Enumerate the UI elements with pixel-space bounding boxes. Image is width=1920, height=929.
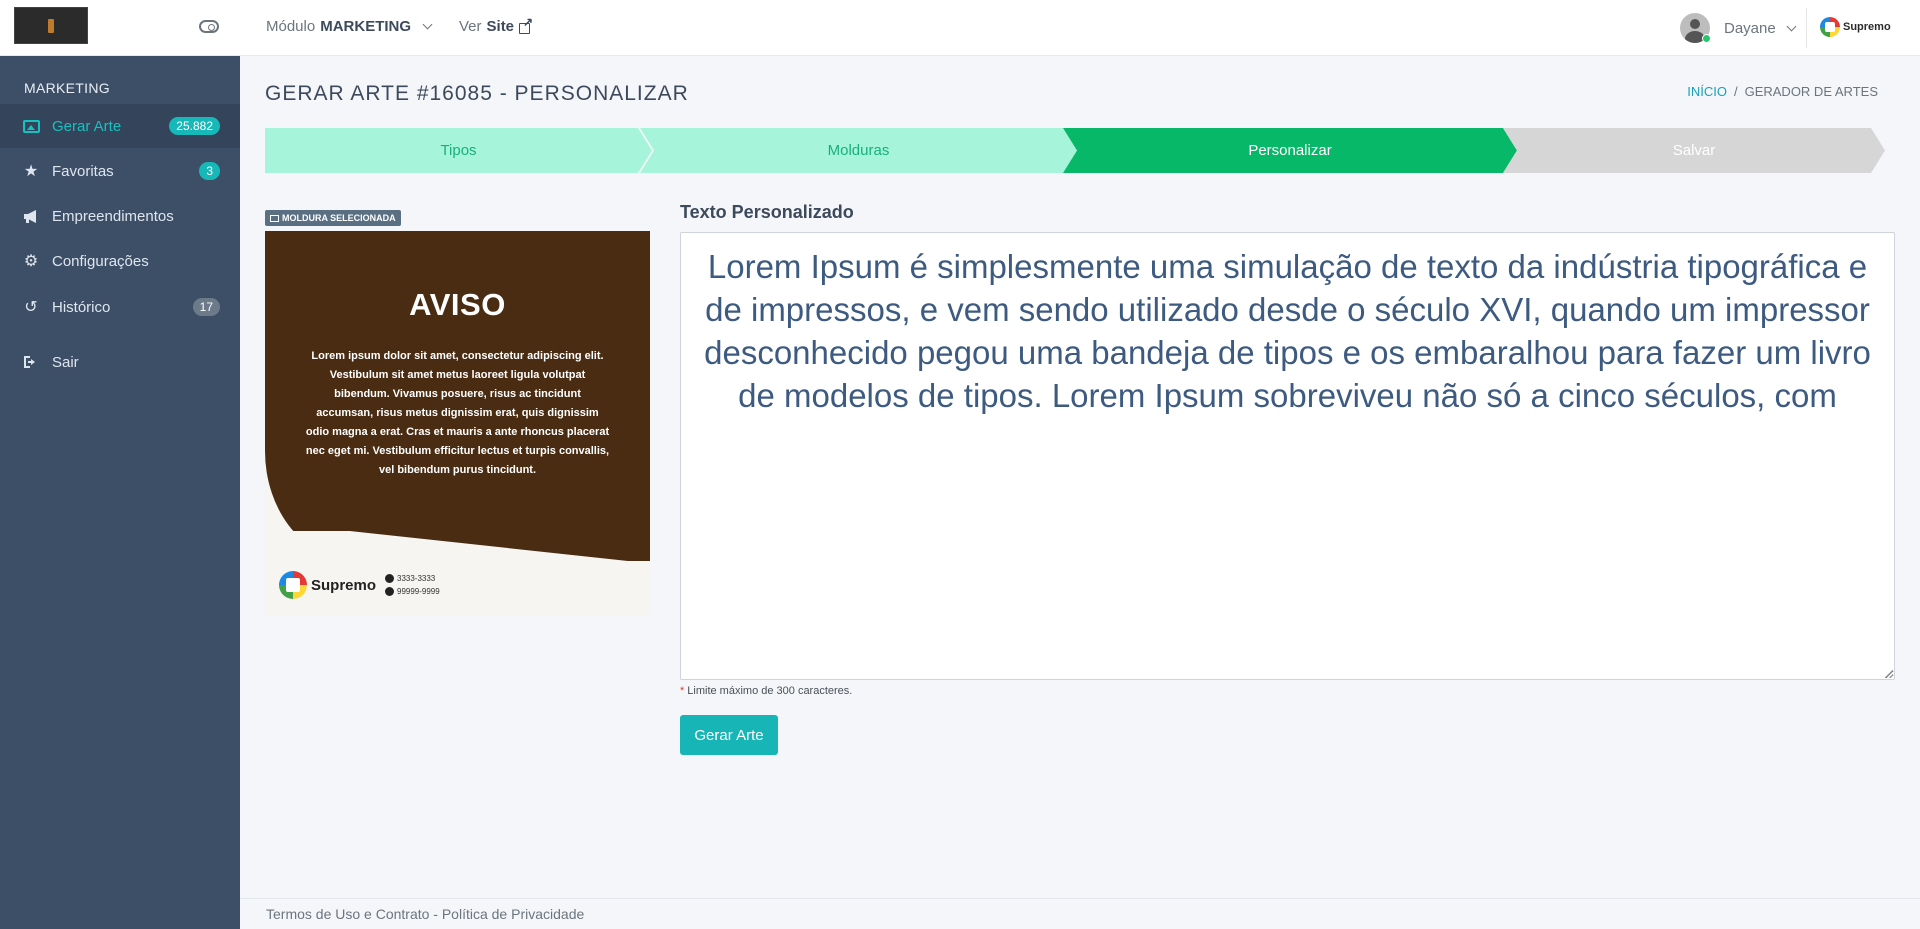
step-salvar[interactable]: Salvar: [1503, 128, 1885, 173]
art-brand: Supremo: [279, 571, 376, 599]
sidebar-item-label: Configurações: [52, 252, 149, 270]
sidebar-item-historico[interactable]: ↺ Histórico 17: [0, 285, 240, 329]
required-asterisk: *: [680, 685, 685, 697]
hint-text: Limite máximo de 300 caracteres.: [687, 685, 853, 697]
sidebar: MARKETING Gerar Arte 25.882 ★ Favoritas …: [0, 56, 240, 929]
online-status-icon: [1702, 34, 1711, 43]
modulo-dropdown[interactable]: Módulo MARKETING: [266, 18, 433, 35]
history-icon: ↺: [24, 299, 38, 316]
texto-personalizado-label: Texto Personalizado: [680, 202, 854, 222]
brand-name: Supremo: [1843, 20, 1891, 33]
phone-icon: [385, 574, 394, 584]
step-personalizar[interactable]: Personalizar: [1063, 128, 1517, 173]
sidebar-item-label: Sair: [52, 353, 79, 371]
selected-frame-preview: AVISO Lorem ipsum dolor sit amet, consec…: [265, 231, 650, 616]
sidebar-item-label: Favoritas: [52, 162, 114, 180]
image-icon: [22, 117, 40, 135]
art-phones: 3333-3333 99999-9999: [385, 572, 440, 598]
count-badge: 3: [199, 162, 220, 180]
whatsapp-icon: [385, 587, 394, 597]
ver-site-link[interactable]: Ver Site: [459, 15, 533, 36]
brand-mark-icon: [1820, 17, 1840, 37]
badge-label: MOLDURA SELECIONADA: [282, 213, 396, 223]
wizard-steps: Tipos Molduras Personalizar Salvar: [265, 128, 1885, 173]
modulo-prefix: Módulo: [266, 18, 316, 35]
count-badge: 17: [192, 298, 220, 316]
user-name: Dayane: [1724, 19, 1776, 37]
sidebar-heading: MARKETING: [24, 80, 110, 96]
footer: Termos de Uso e Contrato - Política de P…: [240, 898, 1920, 929]
art-title: AVISO: [409, 287, 506, 322]
sidebar-item-empreendimentos[interactable]: Empreendimentos: [0, 194, 240, 238]
step-molduras[interactable]: Molduras: [640, 128, 1077, 173]
breadcrumb: INÍCIO / GERADOR DE ARTES: [1687, 84, 1878, 99]
versite-prefix: Ver: [459, 18, 482, 35]
step-label: Molduras: [827, 142, 890, 159]
resize-handle-icon[interactable]: [1885, 670, 1893, 678]
sidebar-item-gerar-arte[interactable]: Gerar Arte 25.882: [0, 104, 240, 148]
breadcrumb-home-link[interactable]: INÍCIO: [1687, 84, 1727, 99]
modulo-name: MARKETING: [320, 18, 412, 35]
sidebar-item-configuracoes[interactable]: ⚙ Configurações: [0, 239, 240, 283]
step-tipos[interactable]: Tipos: [265, 128, 652, 173]
chevron-down-icon: [1786, 21, 1797, 31]
step-label: Salvar: [1672, 142, 1716, 159]
page-title: GERAR ARTE #16085 - PERSONALIZAR: [265, 82, 689, 105]
gerar-arte-button[interactable]: Gerar Arte: [680, 715, 778, 755]
brand-mark-icon: [279, 571, 307, 599]
divider: [1806, 8, 1807, 48]
brand-logo: Supremo: [1820, 17, 1891, 37]
sidebar-item-favoritas[interactable]: ★ Favoritas 3: [0, 149, 240, 193]
step-label: Personalizar: [1248, 142, 1332, 159]
char-limit-hint: * Limite máximo de 300 caracteres.: [680, 685, 852, 697]
sidebar-item-label: Gerar Arte: [52, 117, 122, 135]
breadcrumb-current: GERADOR DE ARTES: [1744, 84, 1878, 99]
top-navbar: Módulo MARKETING Ver Site Dayane Supremo: [0, 0, 1920, 56]
star-icon: ★: [23, 163, 39, 180]
footer-links[interactable]: Termos de Uso e Contrato - Política de P…: [266, 906, 584, 922]
count-badge: 25.882: [169, 117, 220, 135]
sidebar-item-sair[interactable]: Sair: [0, 340, 240, 384]
cogs-icon: ⚙: [23, 253, 39, 270]
image-icon: [270, 214, 279, 222]
sign-out-icon: [22, 353, 40, 371]
breadcrumb-separator: /: [1733, 84, 1738, 99]
bullhorn-icon: [22, 207, 40, 225]
art-phone-1: 3333-3333: [397, 574, 436, 583]
sidebar-item-label: Empreendimentos: [52, 207, 174, 225]
user-menu[interactable]: Dayane: [1680, 13, 1797, 43]
step-label: Tipos: [440, 142, 477, 159]
external-link-icon: [519, 15, 533, 34]
company-logo[interactable]: [14, 7, 88, 44]
sidebar-toggle-icon[interactable]: [199, 20, 219, 33]
versite-name: Site: [486, 18, 515, 35]
art-body-text: Lorem ipsum dolor sit amet, consectetur …: [305, 350, 610, 476]
art-phone-2: 99999-9999: [397, 587, 440, 596]
sidebar-item-label: Histórico: [52, 298, 111, 316]
chevron-down-icon: [422, 19, 433, 30]
logo-mark: [48, 18, 54, 33]
texto-personalizado-textarea[interactable]: Lorem Ipsum é simplesmente uma simulação…: [680, 232, 1895, 680]
moldura-selecionada-badge: MOLDURA SELECIONADA: [265, 210, 401, 226]
art-brand-name: Supremo: [311, 576, 377, 594]
